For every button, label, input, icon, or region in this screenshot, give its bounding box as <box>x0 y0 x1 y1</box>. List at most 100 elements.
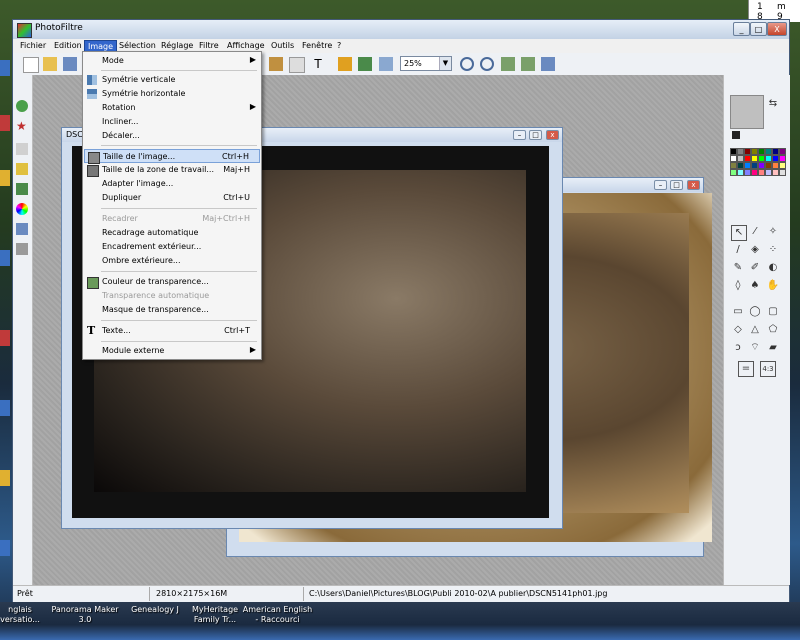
tool-icon[interactable] <box>16 100 28 112</box>
desktop-icon[interactable] <box>0 540 10 556</box>
palette-swatch[interactable] <box>737 148 744 155</box>
desktop-shortcut-label[interactable]: nglais versatio... <box>0 605 40 625</box>
tool-icon[interactable] <box>358 57 372 71</box>
menu-help[interactable]: ? <box>334 40 344 52</box>
screen-icon[interactable] <box>541 57 555 71</box>
magic-wand-icon[interactable]: ✧ <box>766 225 780 239</box>
menu-item-adapter-image[interactable]: Adapter l'image... <box>84 177 260 191</box>
menu-item-module-externe[interactable]: Module externe ▶ <box>84 344 260 358</box>
close-button[interactable]: x <box>546 130 559 140</box>
menu-outils[interactable]: Outils <box>268 40 297 52</box>
menu-item-symetrie-verticale[interactable]: Symétrie verticale <box>84 73 260 87</box>
rounded-rect-icon[interactable]: ▢ <box>766 305 780 319</box>
tool-icon[interactable] <box>16 223 28 235</box>
fill-icon[interactable]: ◈ <box>748 243 762 257</box>
minimize-button[interactable]: _ <box>733 22 750 36</box>
hand-icon[interactable]: ✋ <box>766 279 780 293</box>
drop-icon[interactable]: ◊ <box>731 279 745 293</box>
desktop-icon[interactable] <box>0 115 10 131</box>
palette-swatch[interactable] <box>744 148 751 155</box>
text-tool-icon[interactable]: T <box>311 57 325 71</box>
maximize-button[interactable]: □ <box>670 180 683 190</box>
palette-swatch[interactable] <box>758 169 765 176</box>
tool-icon[interactable] <box>269 57 283 71</box>
eyedropper-icon[interactable]: ⁄ <box>748 225 762 239</box>
menu-item-ombre-exterieure[interactable]: Ombre extérieure... <box>84 254 260 268</box>
palette-swatch[interactable] <box>737 169 744 176</box>
diamond-icon[interactable]: ◇ <box>731 323 745 337</box>
desktop-shortcut-label[interactable]: Panorama Maker 3.0 <box>45 605 125 625</box>
palette-swatch[interactable] <box>765 162 772 169</box>
menu-item-decaler[interactable]: Décaler... <box>84 129 260 143</box>
fit-icon[interactable] <box>501 57 515 71</box>
menu-item-taille-zone-travail[interactable]: Taille de la zone de travail... Maj+H <box>84 163 260 177</box>
menu-item-mode[interactable]: Mode ▶ <box>84 54 260 68</box>
brush-icon[interactable]: ✎ <box>731 261 745 275</box>
desktop-icon[interactable] <box>0 330 10 346</box>
palette-swatch[interactable] <box>751 155 758 162</box>
save-icon[interactable] <box>63 57 77 71</box>
palette-swatch[interactable] <box>744 155 751 162</box>
palette-swatch[interactable] <box>758 162 765 169</box>
menu-item-recadrage-automatique[interactable]: Recadrage automatique <box>84 226 260 240</box>
menu-item-masque-transparence[interactable]: Masque de transparence... <box>84 303 260 317</box>
palette-swatch[interactable] <box>779 169 786 176</box>
equal-icon[interactable]: = <box>738 361 754 377</box>
minimize-button[interactable]: – <box>654 180 667 190</box>
desktop-icon[interactable] <box>0 400 10 416</box>
maximize-button[interactable]: □ <box>529 130 542 140</box>
line-icon[interactable]: / <box>731 243 745 257</box>
palette-swatch[interactable] <box>730 155 737 162</box>
lasso-icon[interactable]: ↄ <box>731 341 745 355</box>
zoom-select[interactable]: 25% ▼ <box>400 56 452 71</box>
palette-swatch[interactable] <box>772 162 779 169</box>
fit-icon[interactable] <box>521 57 535 71</box>
menu-fenetre[interactable]: Fenêtre <box>299 40 335 52</box>
background-color-swatch[interactable] <box>732 131 740 139</box>
tool-icon[interactable] <box>338 57 352 71</box>
tool-icon[interactable] <box>16 163 28 175</box>
tool-icon[interactable] <box>16 143 28 155</box>
desktop-icon[interactable] <box>0 170 10 186</box>
desktop-shortcut-label[interactable]: American English - Raccourci <box>240 605 315 625</box>
triangle-icon[interactable]: △ <box>748 323 762 337</box>
palette-swatch[interactable] <box>730 169 737 176</box>
palette-swatch[interactable] <box>730 148 737 155</box>
palette-swatch[interactable] <box>779 148 786 155</box>
menu-item-encadrement-exterieur[interactable]: Encadrement extérieur... <box>84 240 260 254</box>
color-palette[interactable] <box>730 148 786 190</box>
rectangle-select-icon[interactable]: ▭ <box>731 305 745 319</box>
pencil-icon[interactable]: ✐ <box>748 261 762 275</box>
color-icon[interactable] <box>16 203 28 215</box>
ratio-icon[interactable]: 4:3 <box>760 361 776 377</box>
palette-swatch[interactable] <box>730 162 737 169</box>
palette-swatch[interactable] <box>737 155 744 162</box>
palette-swatch[interactable] <box>772 169 779 176</box>
menu-item-dupliquer[interactable]: Dupliquer Ctrl+U <box>84 191 260 205</box>
foreground-color-swatch[interactable] <box>730 95 764 129</box>
polygon-icon[interactable]: ⬠ <box>766 323 780 337</box>
desktop-icon[interactable] <box>0 250 10 266</box>
selection-arrow-icon[interactable]: ↖ <box>731 225 747 241</box>
palette-swatch[interactable] <box>751 162 758 169</box>
desktop-icon[interactable] <box>0 60 10 76</box>
palette-swatch[interactable] <box>751 148 758 155</box>
title-bar[interactable]: PhotoFiltre _ □ X <box>13 20 789 39</box>
smudge-icon[interactable]: ♠ <box>748 279 762 293</box>
maximize-button[interactable]: □ <box>750 22 767 36</box>
tool-icon[interactable] <box>16 183 28 195</box>
polygon-lasso-icon[interactable]: ⌔ <box>748 341 762 355</box>
minimize-button[interactable]: – <box>513 130 526 140</box>
palette-swatch[interactable] <box>737 162 744 169</box>
star-icon[interactable]: ★ <box>16 120 28 132</box>
palette-swatch[interactable] <box>744 169 751 176</box>
spray-icon[interactable]: ⁘ <box>766 243 780 257</box>
tool-icon[interactable] <box>289 57 305 73</box>
menu-fichier[interactable]: Fichier <box>17 40 49 52</box>
zoom-out-icon[interactable] <box>480 57 494 71</box>
palette-swatch[interactable] <box>765 148 772 155</box>
menu-item-taille-image[interactable]: Taille de l'image... Ctrl+H <box>84 149 260 164</box>
palette-swatch[interactable] <box>772 148 779 155</box>
palette-swatch[interactable] <box>779 155 786 162</box>
menu-item-rotation[interactable]: Rotation ▶ <box>84 101 260 115</box>
